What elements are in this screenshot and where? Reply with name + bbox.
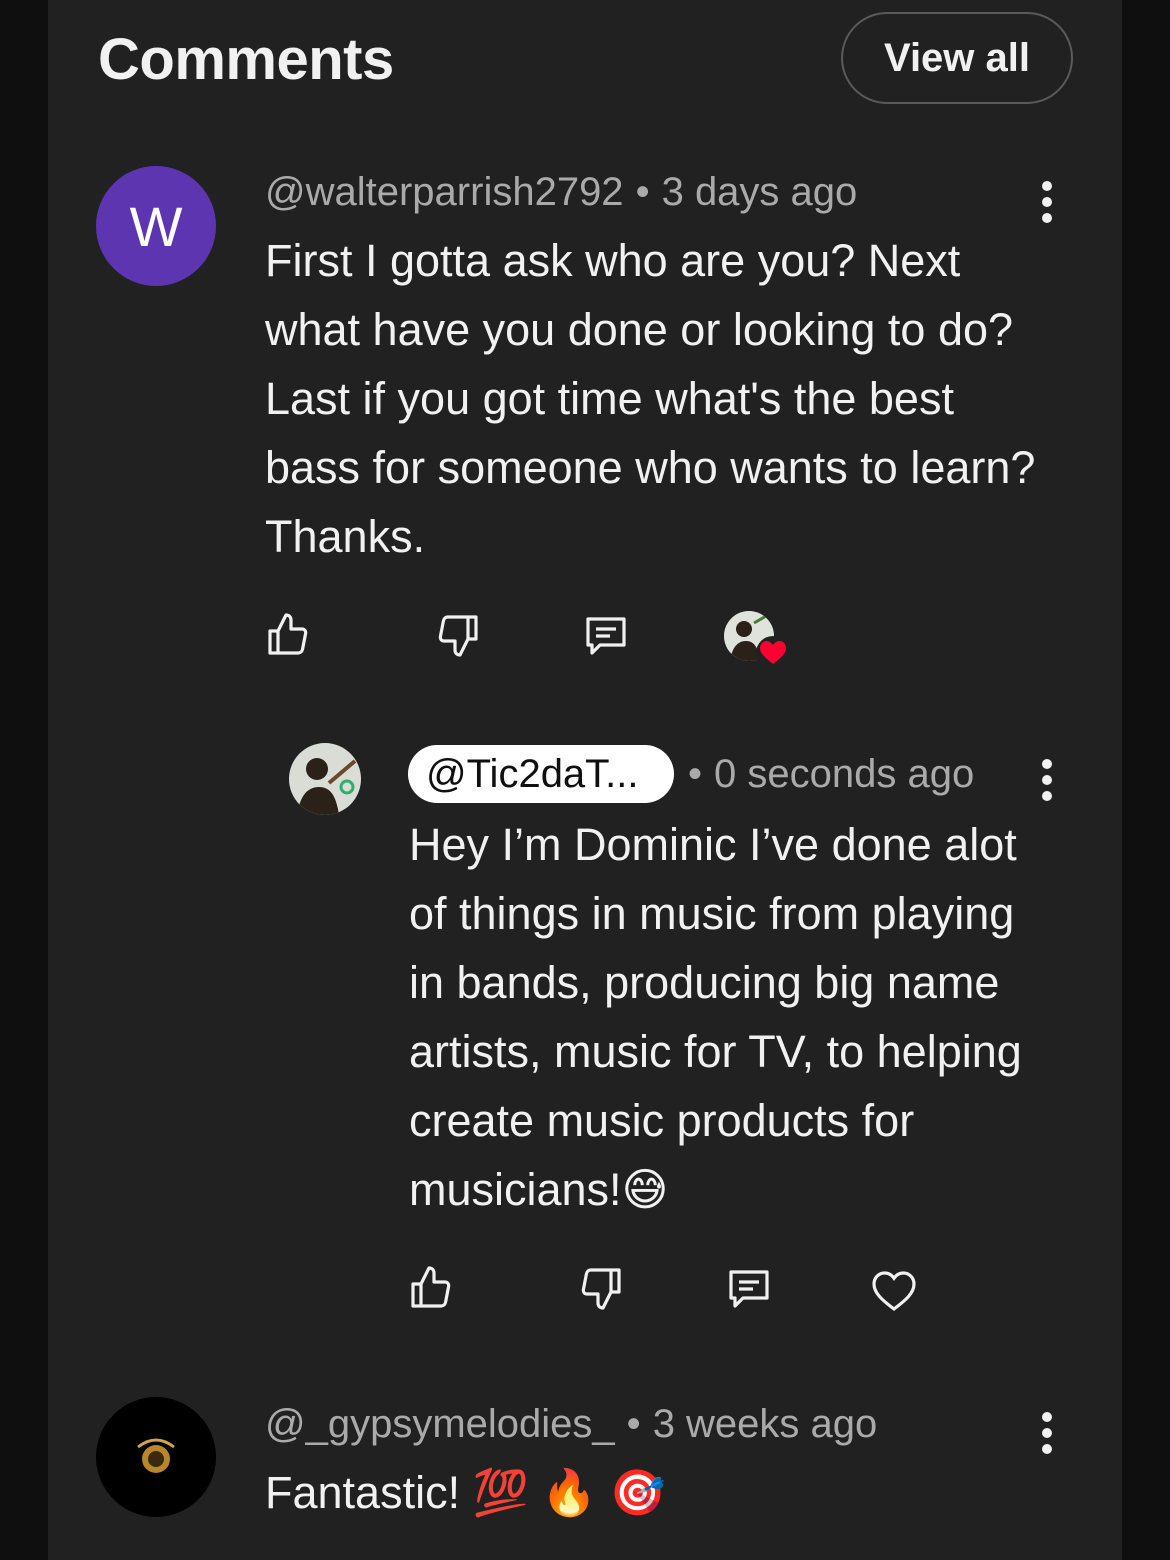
like-icon — [411, 1266, 451, 1308]
avatar-letter: W — [129, 194, 183, 258]
person-icon — [289, 743, 361, 815]
separator-dot: • — [626, 1402, 641, 1446]
reply-meta: • 0 seconds ago — [688, 752, 974, 797]
reply-reply-button[interactable] — [719, 1258, 779, 1318]
more-vert-icon[interactable] — [1027, 174, 1067, 230]
heart-button[interactable] — [864, 1260, 924, 1320]
reply-author-chip[interactable]: @Tic2daT... — [408, 745, 674, 803]
comment-text: First I gotta ask who are you? Next what… — [265, 235, 1036, 562]
dislike-button[interactable] — [428, 605, 488, 665]
comment-meta: @_gypsymelodies_ • 3 weeks ago — [265, 1402, 877, 1447]
comment-time: 3 days ago — [661, 170, 858, 214]
like-icon — [268, 613, 308, 655]
avatar[interactable]: W — [96, 166, 216, 286]
dislike-icon — [438, 615, 478, 657]
reply-avatar[interactable] — [289, 743, 361, 815]
reply-like-button[interactable] — [401, 1258, 461, 1318]
comments-header: Comments View all — [48, 0, 1122, 120]
separator-dot: • — [635, 170, 650, 214]
reply-time: 0 seconds ago — [714, 752, 975, 796]
reply-text: Hey I’m Dominic I’ve done alot of things… — [409, 819, 1022, 1215]
separator-dot: • — [688, 752, 703, 796]
comments-title: Comments — [98, 27, 394, 92]
reply-icon — [729, 1270, 769, 1308]
heart-icon — [872, 1271, 916, 1312]
view-all-button[interactable]: View all — [841, 12, 1073, 104]
heart-icon — [756, 636, 790, 670]
more-vert-icon[interactable] — [1027, 1405, 1067, 1461]
dislike-icon — [581, 1268, 621, 1310]
like-button[interactable] — [258, 605, 318, 665]
reply-button[interactable] — [576, 605, 636, 665]
comments-panel: Comments View all W @walterparrish2792 • 3… — [48, 0, 1122, 1560]
avatar[interactable] — [96, 1397, 216, 1517]
comment-meta: @walterparrish2792 • 3 days ago — [265, 170, 857, 215]
comment-time: 3 weeks ago — [652, 1402, 878, 1446]
more-vert-icon[interactable] — [1027, 752, 1067, 808]
logo-icon — [137, 1438, 175, 1473]
comment-author[interactable]: @_gypsymelodies_ — [265, 1402, 615, 1446]
comment-author[interactable]: @walterparrish2792 — [265, 170, 624, 214]
reply-icon — [586, 617, 626, 655]
reply-dislike-button[interactable] — [571, 1258, 631, 1318]
comment-text: Fantastic! 💯 🔥 🎯 — [265, 1467, 666, 1518]
